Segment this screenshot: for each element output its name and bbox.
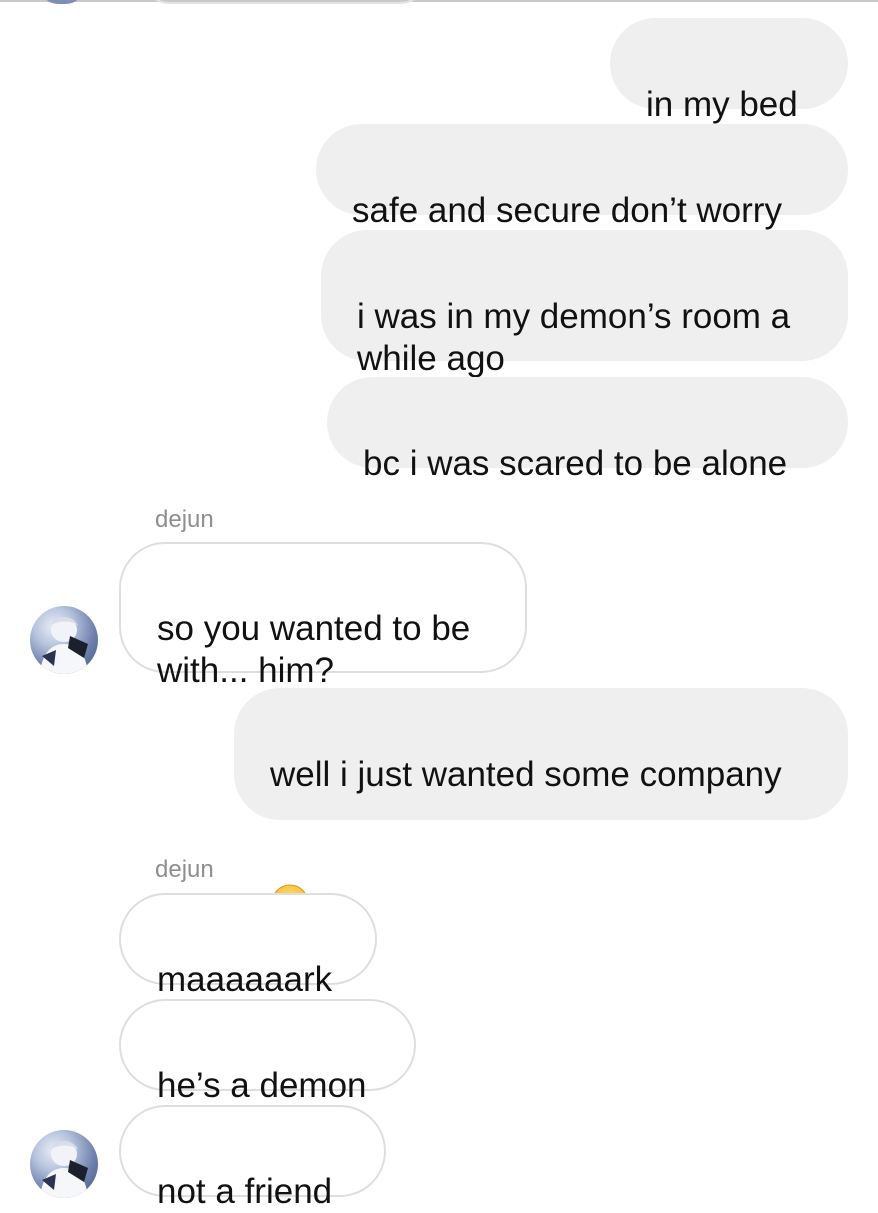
message-text: well i just wanted some company	[270, 755, 782, 794]
avatar[interactable]	[30, 606, 98, 674]
message-bubble-cropped	[140, 0, 430, 4]
incoming-message-bubble[interactable]: so you wanted to be with... him?	[119, 542, 527, 690]
incoming-message-bubble[interactable]: maaaaaark	[119, 893, 377, 999]
sender-name: dejun	[155, 856, 214, 883]
avatar[interactable]	[30, 1130, 98, 1198]
outgoing-message-bubble[interactable]: in my bed	[610, 18, 848, 124]
message-text: maaaaaark	[157, 960, 333, 999]
outgoing-message-bubble[interactable]: i was in my demon’s room a while ago	[321, 230, 848, 378]
message-text: he’s a demon	[157, 1066, 367, 1105]
outgoing-message-bubble[interactable]: bc i was scared to be alone	[327, 377, 848, 483]
outgoing-message-bubble[interactable]: safe and secure don’t worry	[316, 124, 848, 230]
message-text: so you wanted to be with... him?	[157, 609, 471, 690]
outgoing-message-bubble[interactable]: well i just wanted some company	[234, 688, 848, 922]
message-text: in my bed	[646, 85, 798, 124]
incoming-message-bubble[interactable]: he’s a demon	[119, 999, 416, 1105]
message-text: bc i was scared to be alone	[363, 444, 788, 483]
message-text: safe and secure don’t worry	[352, 191, 782, 230]
message-text: i was in my demon’s room a while ago	[357, 297, 791, 378]
avatar-photo-icon	[40, 1141, 88, 1198]
message-text: not a friend	[157, 1172, 333, 1211]
divider	[0, 0, 878, 2]
incoming-message-bubble[interactable]: not a friend	[119, 1105, 386, 1211]
sender-name: dejun	[155, 506, 214, 533]
avatar-photo-icon	[40, 617, 88, 674]
confused-face-icon	[270, 841, 310, 922]
